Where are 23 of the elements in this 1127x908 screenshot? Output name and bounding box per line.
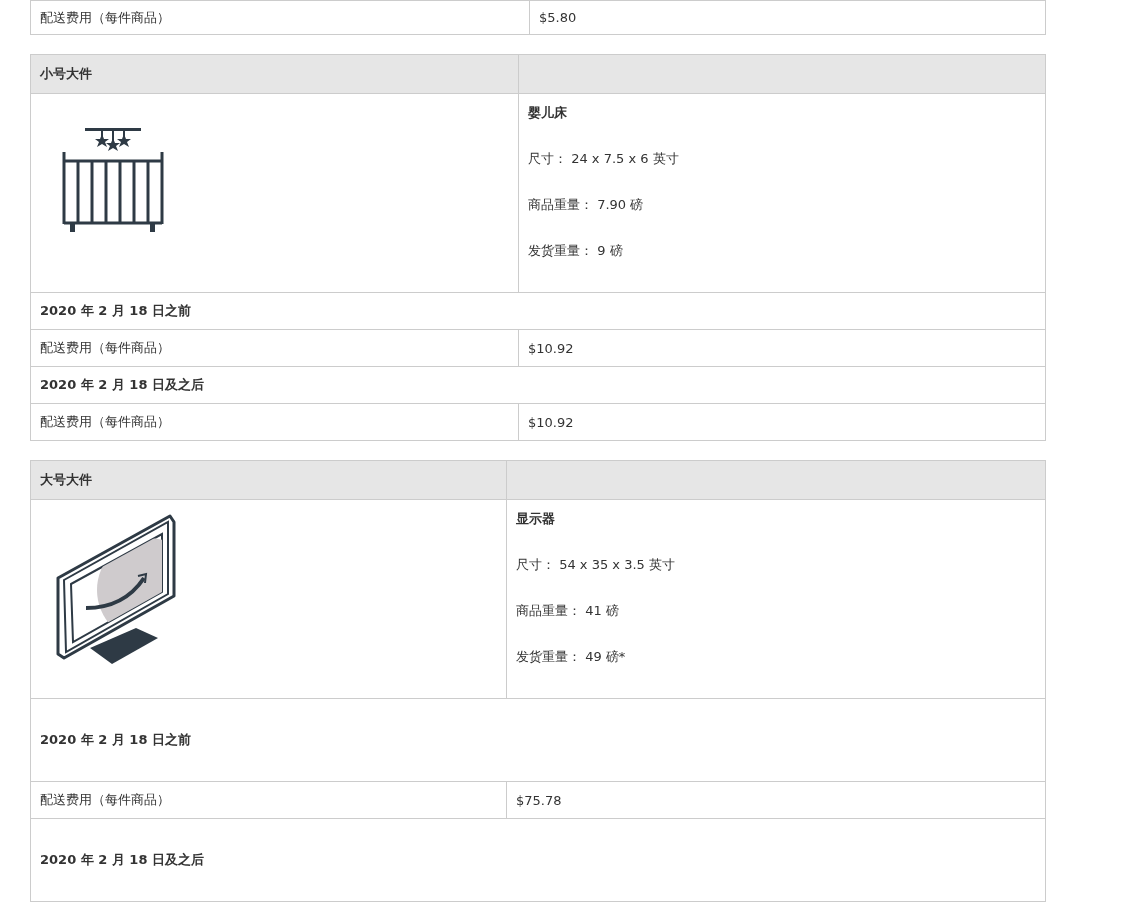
fee-label: 配送费用（每件商品） bbox=[40, 339, 170, 357]
product-spec: 商品重量： 7.90 磅 bbox=[528, 196, 644, 214]
fee-value: $10.92 bbox=[528, 340, 574, 356]
fee-value: $5.80 bbox=[539, 10, 577, 25]
product-spec: 发货重量： 49 磅* bbox=[516, 648, 626, 666]
crib-icon bbox=[62, 128, 166, 234]
fee-value: $75.78 bbox=[516, 792, 562, 808]
product-spec: 发货重量： 9 磅 bbox=[528, 242, 623, 260]
section-title: 小号大件 bbox=[40, 65, 92, 83]
fee-label: 配送费用（每件商品） bbox=[40, 413, 170, 431]
product-spec: 尺寸： 54 x 35 x 3.5 英寸 bbox=[516, 556, 675, 574]
fee-label: 配送费用（每件商品） bbox=[40, 791, 170, 809]
date-heading: 2020 年 2 月 18 日及之后 bbox=[40, 376, 204, 394]
product-name: 显示器 bbox=[516, 510, 555, 528]
date-heading: 2020 年 2 月 18 日及之后 bbox=[40, 851, 204, 869]
product-spec: 尺寸： 24 x 7.5 x 6 英寸 bbox=[528, 150, 679, 168]
fee-value: $10.92 bbox=[528, 414, 574, 430]
date-heading: 2020 年 2 月 18 日之前 bbox=[40, 302, 191, 320]
product-name: 婴儿床 bbox=[528, 104, 567, 122]
fee-label: 配送费用（每件商品） bbox=[40, 8, 170, 27]
section-title: 大号大件 bbox=[40, 471, 92, 489]
product-spec: 商品重量： 41 磅 bbox=[516, 602, 619, 620]
date-heading: 2020 年 2 月 18 日之前 bbox=[40, 731, 191, 749]
